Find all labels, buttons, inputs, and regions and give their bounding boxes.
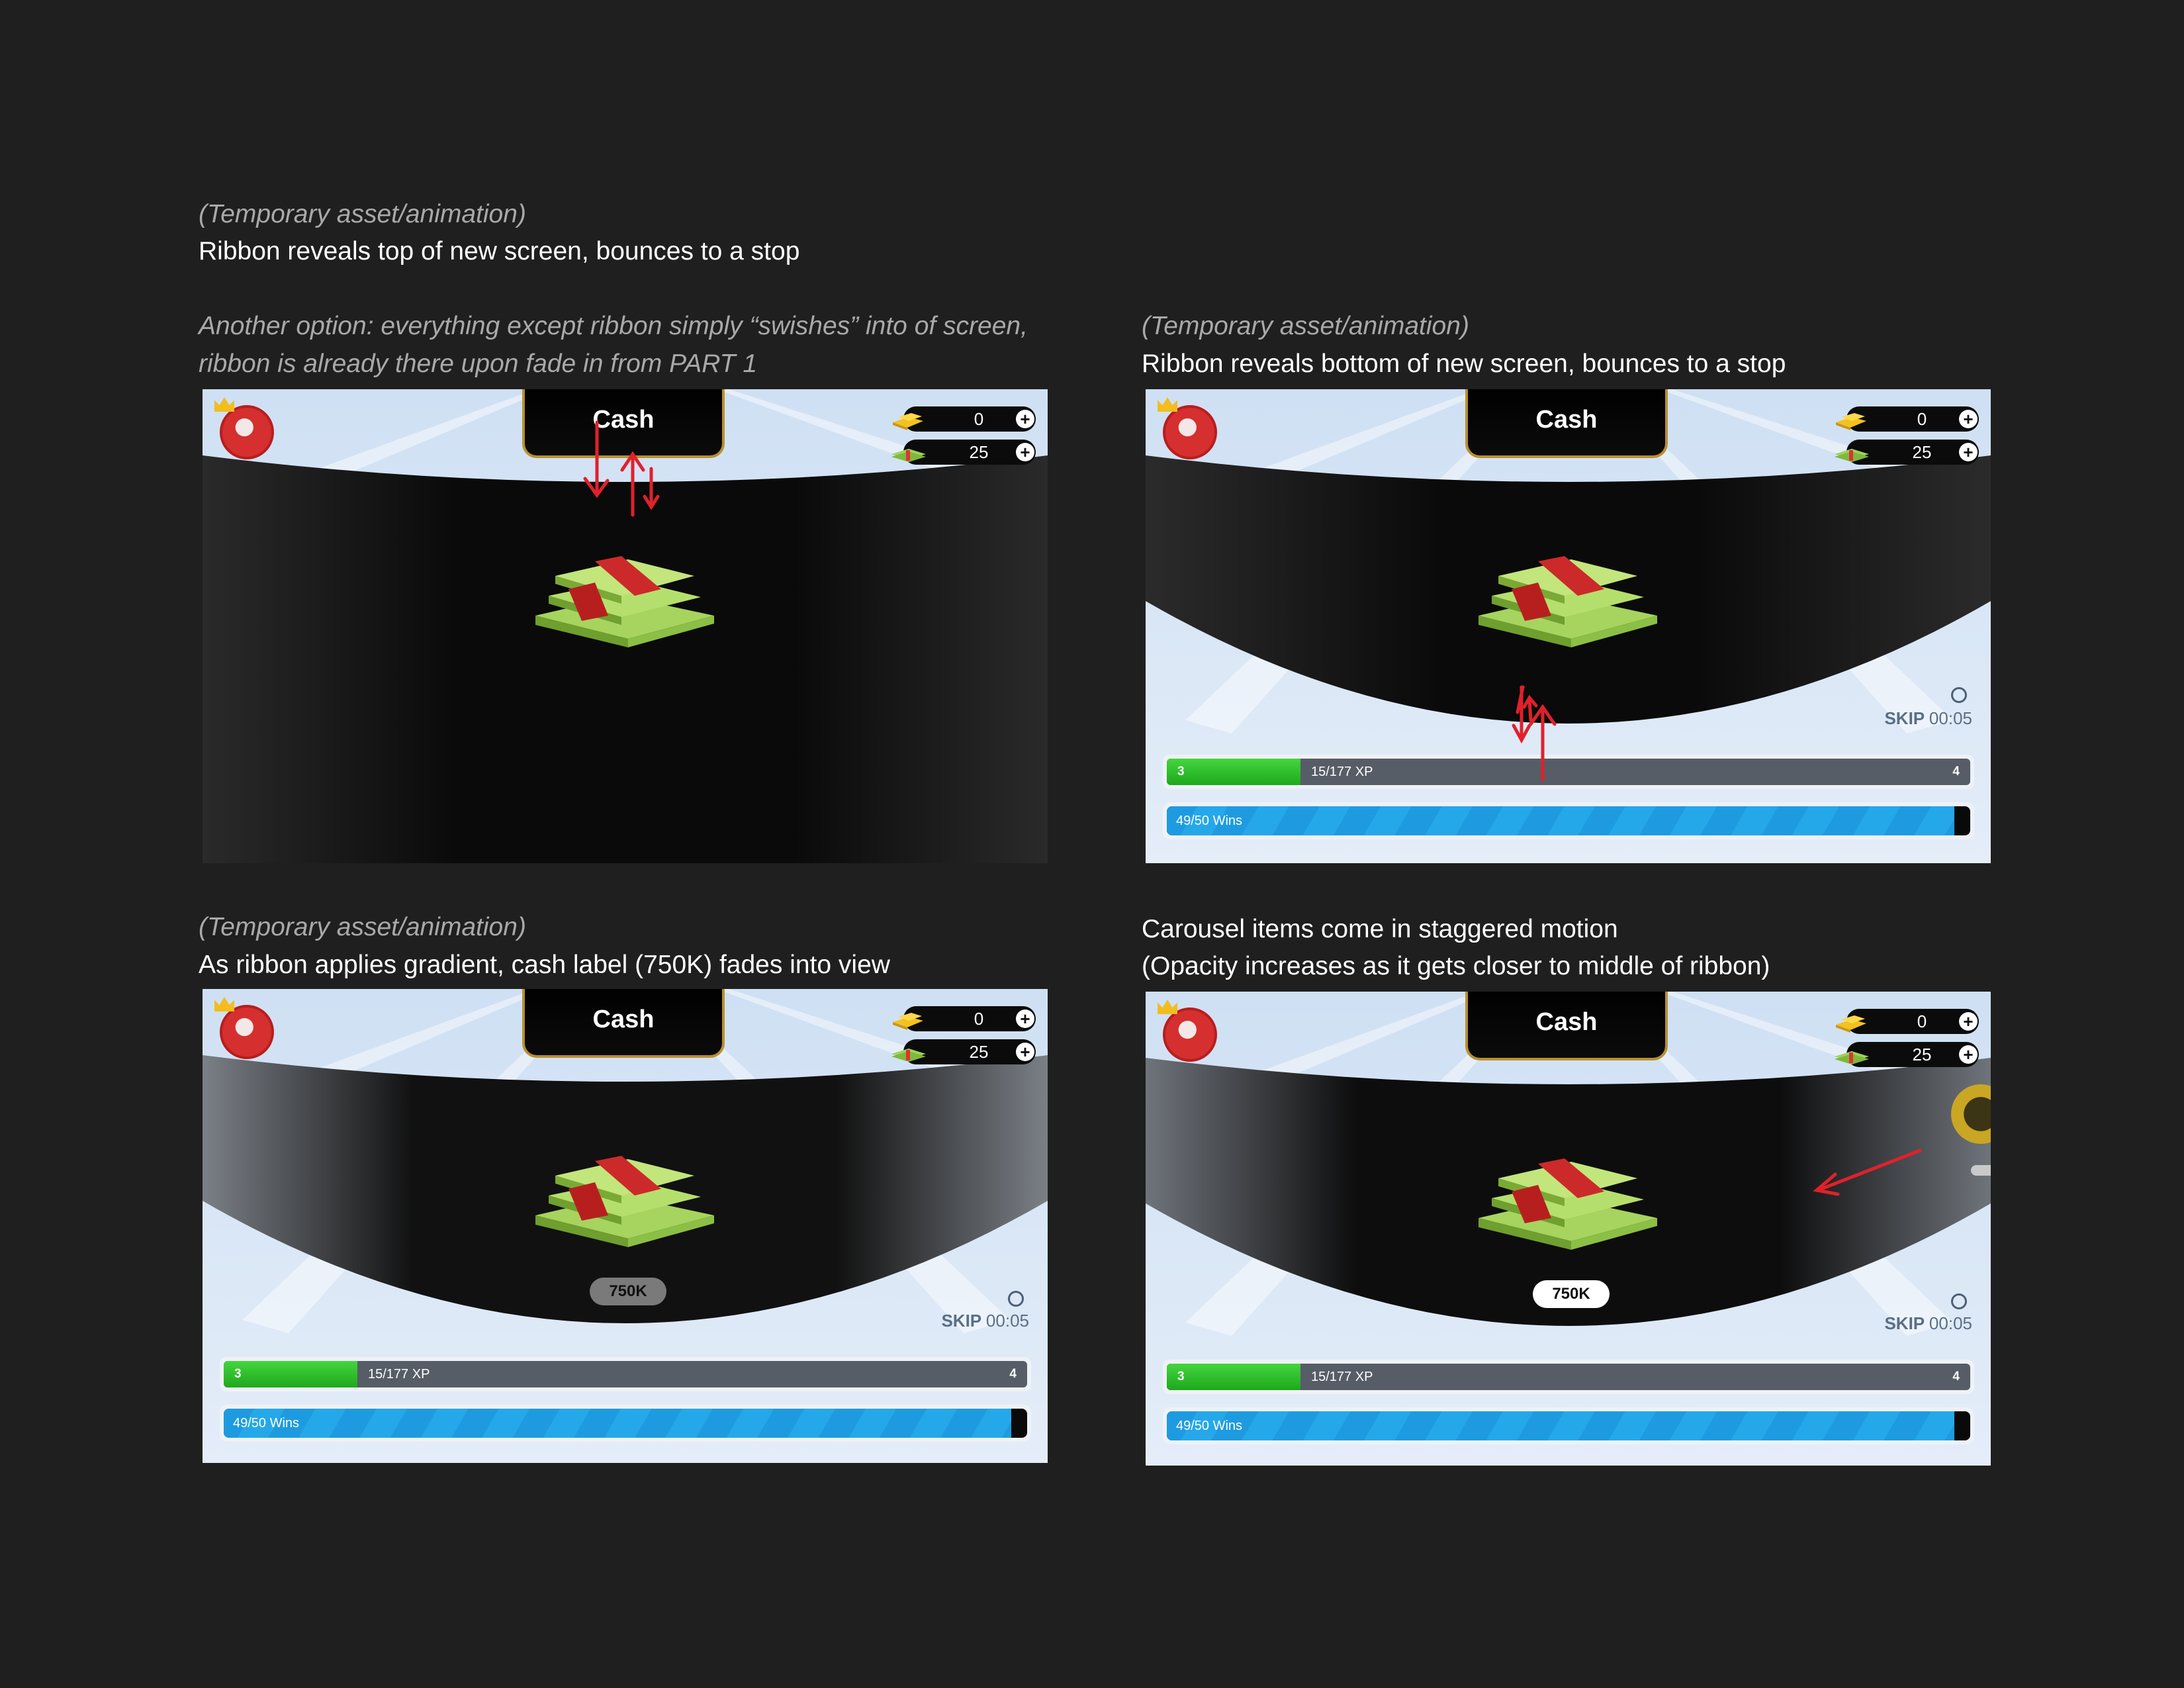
caption-p4-line-2: (Opacity increases as it gets closer to … [1142, 952, 1770, 980]
caption-p1-note: (Temporary asset/animation) [199, 200, 526, 228]
wins-fill [224, 1409, 1011, 1438]
plus-icon[interactable]: + [1016, 1009, 1034, 1028]
gold-bars-icon [893, 1013, 923, 1030]
screen-panel-4: Cash 0 + 25 + 750K SKIP 00:05 3 15/177 X… [1146, 992, 1991, 1466]
xp-fill [224, 1361, 357, 1387]
screen-title-tab: Cash [522, 989, 725, 1058]
cash-counter: 25 + [891, 1039, 1036, 1064]
caption-p3-note: (Temporary asset/animation) [199, 913, 526, 941]
skip-button[interactable]: SKIP 00:05 [923, 1311, 1029, 1331]
screen-panel-1: Cash 0 + 25 + [203, 389, 1048, 863]
level-current: 3 [234, 1367, 242, 1381]
caption-p2-note: (Temporary asset/animation) [1142, 312, 1469, 340]
caption-p4-line-1: Carousel items come in staggered motion [1142, 915, 1618, 943]
gold-value: 0 [974, 1008, 984, 1029]
screen-panel-3: Cash 0 + 25 + 750K SKIP 00:05 3 15/177 X… [203, 989, 1048, 1463]
skip-label: SKIP [941, 1311, 981, 1331]
screen-panel-2: Cash 0 + 25 + SKIP 00:05 3 15/177 XP 4 4… [1146, 389, 1991, 863]
xp-text: 15/177 XP [368, 1366, 430, 1382]
caption-p1-line: Ribbon reveals top of new screen, bounce… [199, 237, 800, 265]
caption-p1-alt-1: Another option: everything except ribbon… [199, 312, 1028, 340]
plus-icon[interactable]: + [1016, 1043, 1034, 1061]
cash-value: 25 [969, 1041, 989, 1062]
wins-progress-bar: 49/50 Wins [220, 1405, 1031, 1442]
cash-stack-icon [891, 1049, 926, 1062]
xp-progress-bar: 3 15/177 XP 4 [220, 1357, 1031, 1391]
avatar-icon[interactable] [220, 1005, 274, 1059]
caption-p1-alt-2: ribbon is already there upon fade in fro… [199, 350, 758, 378]
annotation-arrows [583, 420, 660, 517]
caption-p3-line: As ribbon applies gradient, cash label (… [199, 951, 890, 979]
level-next: 4 [1009, 1367, 1017, 1381]
timer-icon [1008, 1291, 1024, 1307]
wins-text: 49/50 Wins [233, 1415, 300, 1430]
money-stack-icon [535, 1156, 714, 1247]
skip-timer: 00:05 [985, 1311, 1029, 1331]
gold-counter: 0 + [893, 1006, 1036, 1031]
reward-label: 750K [590, 1278, 666, 1305]
annotation-arrows [1512, 685, 1557, 782]
caption-p2-line: Ribbon reveals bottom of new screen, bou… [1142, 350, 1786, 378]
annotation-arrows [1813, 1149, 1922, 1196]
